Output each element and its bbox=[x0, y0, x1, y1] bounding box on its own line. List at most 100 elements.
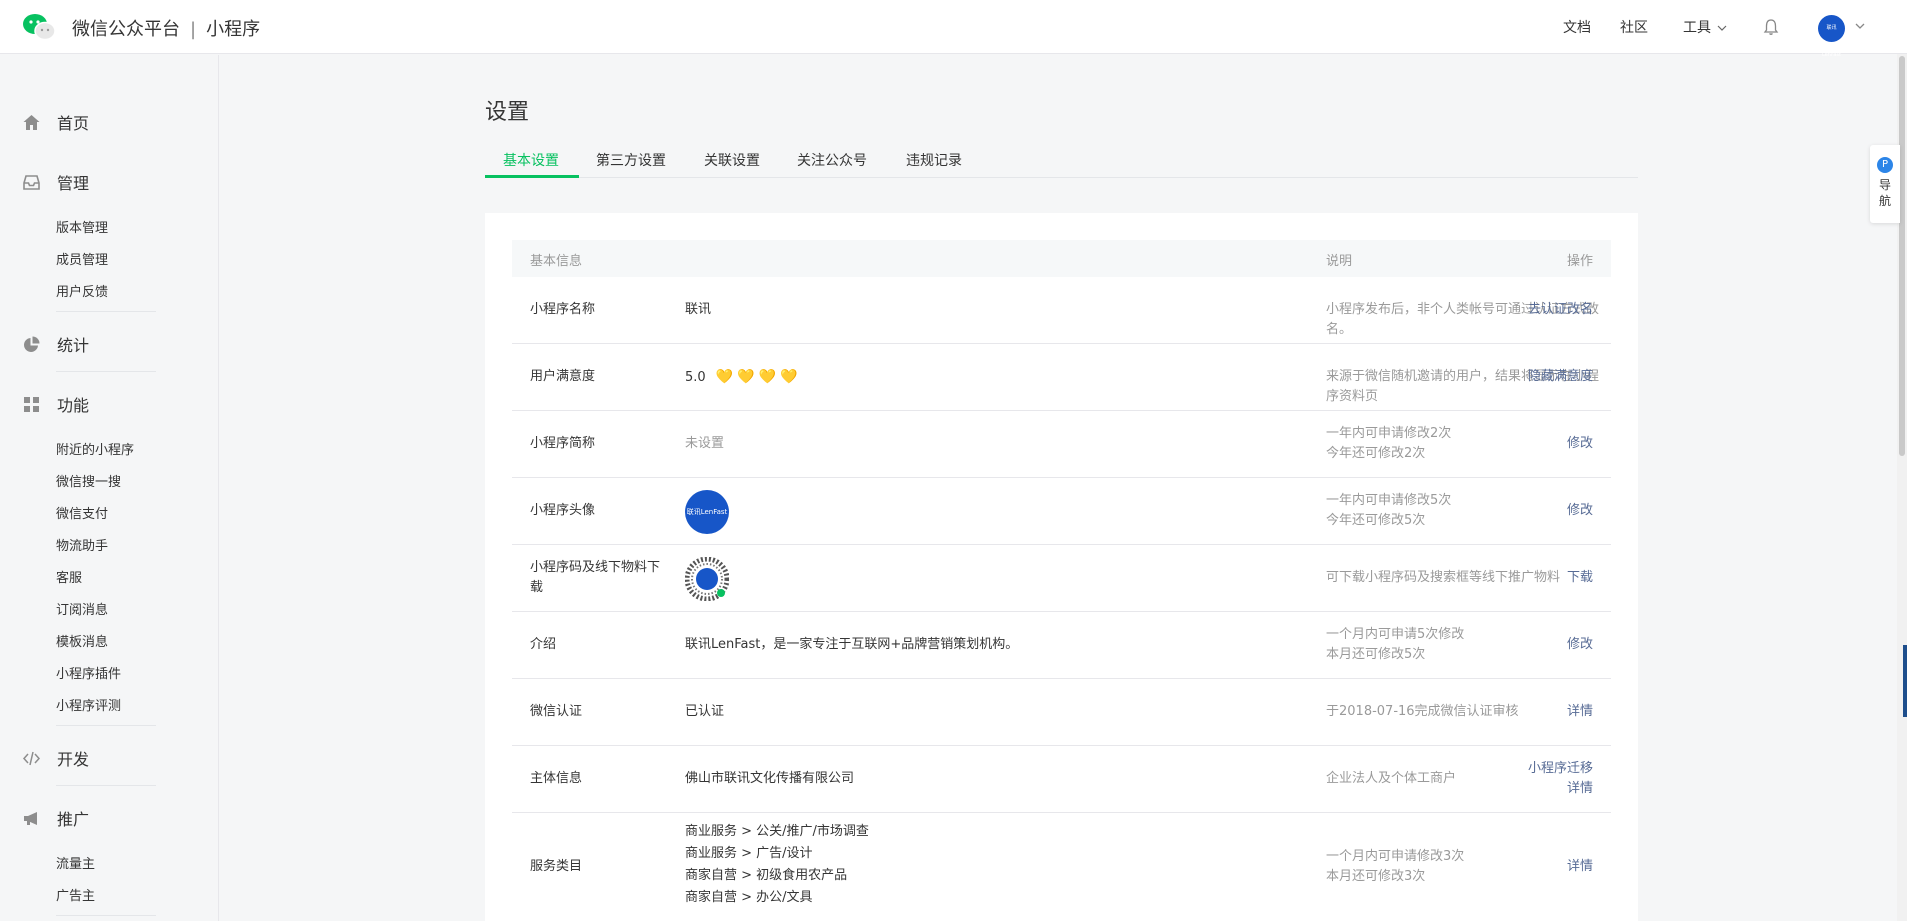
row-desc-line1: 一个月内可申请修改3次 bbox=[1326, 849, 1465, 864]
tools-label: 工具 bbox=[1683, 20, 1711, 36]
table-row-subject: 主体信息 佛山市联讯文化传播有限公司 企业法人及个体工商户 小程序迁移 详情 bbox=[512, 746, 1611, 813]
tab-bar: 基本设置 第三方设置 关联设置 关注公众号 违规记录 bbox=[485, 140, 1638, 178]
edit-avatar-link[interactable]: 修改 bbox=[1567, 501, 1593, 521]
code-icon bbox=[22, 751, 41, 765]
heart-icons: 💛💛💛💛 bbox=[715, 369, 802, 385]
chevron-down-icon bbox=[1718, 25, 1727, 31]
community-link[interactable]: 社区 bbox=[1620, 17, 1648, 37]
docs-link[interactable]: 文档 bbox=[1563, 17, 1591, 37]
sidebar-item-subscribe-msg[interactable]: 订阅消息 bbox=[56, 599, 108, 618]
sidebar-item-manage[interactable]: 管理 bbox=[22, 170, 89, 194]
row-label-line2: 载 bbox=[530, 580, 544, 595]
floating-nav-label: 导航 bbox=[1879, 178, 1892, 208]
table-row-rating: 用户满意度 5.0 💛💛💛💛 来源于微信随机邀请的用户，结果将显示在小程序资料页 … bbox=[512, 344, 1611, 411]
tab-association[interactable]: 关联设置 bbox=[704, 150, 760, 170]
category-details-link[interactable]: 详情 bbox=[1567, 857, 1593, 877]
sidebar-item-features[interactable]: 功能 bbox=[22, 392, 89, 416]
tab-follow-account[interactable]: 关注公众号 bbox=[797, 150, 867, 170]
row-desc-line2: 今年还可修改2次 bbox=[1326, 446, 1426, 461]
sidebar-item-advertiser[interactable]: 广告主 bbox=[56, 885, 95, 904]
sidebar-divider bbox=[56, 311, 156, 312]
rating-value: 5.0 💛💛💛💛 bbox=[685, 366, 801, 389]
sidebar-item-version[interactable]: 版本管理 bbox=[56, 217, 108, 236]
header-info: 基本信息 bbox=[530, 254, 583, 269]
sidebar-item-stats[interactable]: 统计 bbox=[22, 332, 89, 356]
edit-short-name-link[interactable]: 修改 bbox=[1567, 434, 1593, 454]
edit-intro-link[interactable]: 修改 bbox=[1567, 635, 1593, 655]
table-row-certification: 微信认证 已认证 于2018-07-16完成微信认证审核 详情 bbox=[512, 679, 1611, 746]
avatar-text: 联讯LenFast bbox=[686, 508, 728, 516]
tab-violations[interactable]: 违规记录 bbox=[906, 150, 962, 170]
header-op: 操作 bbox=[1566, 254, 1593, 269]
row-desc-line1: 一个月内可申请5次修改 bbox=[1326, 627, 1465, 642]
floating-nav-button[interactable]: P 导航 bbox=[1870, 145, 1900, 223]
sidebar-item-logistics[interactable]: 物流助手 bbox=[56, 535, 108, 554]
row-label: 小程序简称 bbox=[530, 436, 596, 451]
side-feedback-tab[interactable] bbox=[1903, 645, 1907, 717]
sidebar-item-home[interactable]: 首页 bbox=[22, 110, 89, 134]
sidebar-label-features: 功能 bbox=[57, 396, 90, 415]
brand-title[interactable]: 微信公众平台 | 小程序 bbox=[72, 15, 260, 41]
page-title: 设置 bbox=[485, 100, 530, 125]
inbox-icon bbox=[23, 174, 40, 190]
row-label: 服务类目 bbox=[530, 859, 583, 874]
sidebar-divider bbox=[56, 725, 156, 726]
hide-rating-link[interactable]: 隐藏满意度 bbox=[1528, 367, 1593, 387]
sidebar-item-template-msg[interactable]: 模板消息 bbox=[56, 631, 108, 650]
sidebar-item-members[interactable]: 成员管理 bbox=[56, 249, 108, 268]
active-tab-indicator bbox=[485, 175, 579, 178]
bell-icon[interactable] bbox=[1762, 18, 1780, 36]
row-label: 微信认证 bbox=[530, 704, 583, 719]
sidebar-item-feedback[interactable]: 用户反馈 bbox=[56, 281, 108, 300]
user-avatar[interactable]: 联讯LenFast bbox=[1818, 15, 1845, 58]
nav-badge-icon: P bbox=[1877, 157, 1893, 173]
sidebar-item-review[interactable]: 小程序评测 bbox=[56, 695, 121, 714]
grid-icon bbox=[24, 396, 39, 412]
row-label: 介绍 bbox=[530, 637, 557, 652]
sidebar-item-plugins[interactable]: 小程序插件 bbox=[56, 663, 121, 682]
sidebar-item-promo[interactable]: 推广 bbox=[22, 806, 89, 830]
category-item: 商业服务 > 公关/推广/市场调查 bbox=[685, 824, 869, 839]
brand-platform: 微信公众平台 bbox=[72, 19, 180, 40]
sidebar: 首页 管理 版本管理 成员管理 用户反馈 统计 功能 附近的小程序 微信搜一搜 … bbox=[0, 55, 219, 921]
sidebar-item-pay[interactable]: 微信支付 bbox=[56, 503, 108, 522]
settings-card: 基本信息 说明 操作 小程序名称 联讯 小程序发布后，非个人类帐号可通过认证方式… bbox=[485, 213, 1638, 921]
subject-details-link[interactable]: 详情 bbox=[1567, 779, 1593, 799]
top-bar: 微信公众平台 | 小程序 文档 社区 工具 联讯LenFast bbox=[0, 0, 1907, 58]
chevron-down-icon[interactable] bbox=[1854, 20, 1866, 32]
table-row-avatar: 小程序头像 联讯LenFast 一年内可申请修改5次 今年还可修改5次 修改 bbox=[512, 478, 1611, 545]
table-header: 基本信息 说明 操作 bbox=[512, 240, 1611, 277]
rating-score: 5.0 bbox=[685, 370, 706, 385]
row-desc-line1: 一年内可申请修改2次 bbox=[1326, 426, 1452, 441]
tools-menu[interactable]: 工具 bbox=[1683, 17, 1727, 37]
tab-third-party[interactable]: 第三方设置 bbox=[596, 150, 666, 170]
sidebar-label-promo: 推广 bbox=[57, 810, 90, 829]
download-link[interactable]: 下载 bbox=[1567, 568, 1593, 588]
row-desc: 可下载小程序码及搜索框等线下推广物料 bbox=[1326, 570, 1561, 585]
row-value: 已认证 bbox=[685, 704, 725, 719]
wechat-logo-icon[interactable] bbox=[22, 13, 56, 41]
category-item: 商家自营 > 初级食用农产品 bbox=[685, 868, 848, 883]
sidebar-item-search[interactable]: 微信搜一搜 bbox=[56, 471, 121, 490]
sidebar-item-nearby[interactable]: 附近的小程序 bbox=[56, 439, 134, 458]
row-label: 小程序头像 bbox=[530, 503, 596, 518]
table-row-intro: 介绍 联讯LenFast，是一家专注于互联网+品牌营销策划机构。 一个月内可申请… bbox=[512, 612, 1611, 679]
cert-details-link[interactable]: 详情 bbox=[1567, 702, 1593, 722]
home-icon bbox=[23, 114, 40, 130]
sidebar-item-dev[interactable]: 开发 bbox=[22, 746, 89, 770]
sidebar-label-stats: 统计 bbox=[57, 336, 90, 355]
migrate-link[interactable]: 小程序迁移 bbox=[1528, 759, 1593, 779]
row-value: 未设置 bbox=[685, 436, 725, 451]
row-value: 联讯LenFast，是一家专注于互联网+品牌营销策划机构。 bbox=[685, 637, 1019, 652]
pie-chart-icon bbox=[24, 336, 40, 352]
sidebar-item-traffic[interactable]: 流量主 bbox=[56, 853, 95, 872]
row-label: 小程序名称 bbox=[530, 302, 596, 317]
row-label-line1: 小程序码及线下物料下 bbox=[530, 560, 661, 575]
table-row-short-name: 小程序简称 未设置 一年内可申请修改2次 今年还可修改2次 修改 bbox=[512, 411, 1611, 478]
scrollbar-thumb[interactable] bbox=[1899, 56, 1905, 456]
brand-product: 小程序 bbox=[206, 19, 261, 40]
sidebar-item-service[interactable]: 客服 bbox=[56, 567, 82, 586]
tab-basic-settings[interactable]: 基本设置 bbox=[503, 150, 559, 170]
rename-link[interactable]: 去认证改名 bbox=[1528, 300, 1593, 320]
row-label: 用户满意度 bbox=[530, 369, 596, 384]
